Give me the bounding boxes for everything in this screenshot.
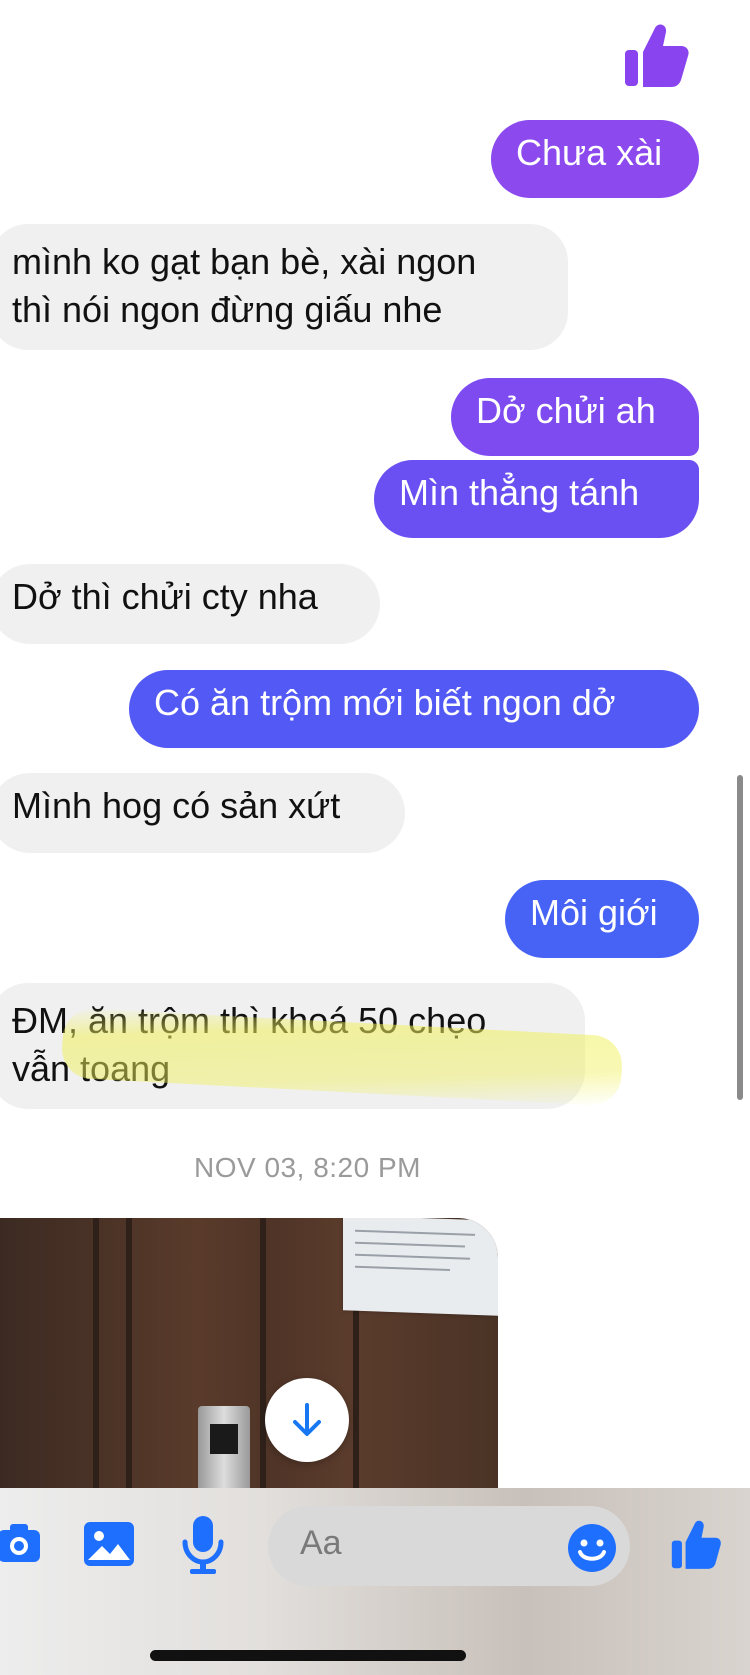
camera-icon[interactable]	[0, 1518, 44, 1568]
door-seam	[260, 1218, 266, 1498]
outgoing-message[interactable]: Dở chửi ah	[451, 378, 699, 456]
message-timestamp: NOV 03, 8:20 PM	[194, 1152, 421, 1183]
input-placeholder: Aa	[300, 1524, 342, 1562]
message-text: ĐM, ăn trộm thì khoá 50 chẹo	[12, 1000, 487, 1041]
message-composer: Aa	[0, 1488, 750, 1675]
photo-attachment[interactable]	[0, 1218, 498, 1498]
door-seam	[126, 1218, 132, 1498]
emoji-icon[interactable]	[566, 1522, 618, 1574]
outgoing-message[interactable]: Mìn thẳng tánh	[374, 460, 699, 538]
message-text: thì nói ngon đừng giấu nhe	[12, 289, 443, 330]
scroll-to-bottom-button[interactable]	[265, 1378, 349, 1462]
incoming-message[interactable]: mình ko gạt bạn bè, xài ngon thì nói ngo…	[0, 224, 568, 350]
message-text: Dở chửi ah	[476, 390, 656, 431]
message-text: Dở thì chửi cty nha	[12, 576, 318, 617]
message-text: Chưa xài	[516, 132, 663, 173]
thumbs-up-icon	[625, 24, 689, 87]
outgoing-message[interactable]: Chưa xài	[491, 120, 699, 198]
arrow-down-icon	[293, 1403, 321, 1436]
outgoing-message[interactable]: Môi giới	[505, 880, 699, 958]
home-indicator[interactable]	[150, 1650, 466, 1661]
outgoing-message[interactable]: Có ăn trộm mới biết ngon dở	[129, 670, 699, 748]
message-text: mình ko gạt bạn bè, xài ngon	[12, 241, 477, 282]
message-text: Có ăn trộm mới biết ngon dở	[154, 682, 616, 723]
message-text: Mìn thẳng tánh	[399, 472, 640, 513]
door-lock	[198, 1406, 250, 1498]
paper-notice	[343, 1218, 498, 1316]
microphone-icon[interactable]	[180, 1514, 226, 1576]
scrollbar[interactable]	[737, 775, 743, 1100]
message-text: vẫn toang	[12, 1048, 171, 1089]
thumbs-up-icon[interactable]	[666, 1516, 724, 1574]
image-icon[interactable]	[82, 1520, 136, 1570]
door-seam	[93, 1218, 99, 1498]
incoming-message[interactable]: Mình hog có sản xứt	[0, 773, 405, 853]
message-text: Mình hog có sản xứt	[12, 785, 341, 826]
incoming-message[interactable]: Dở thì chửi cty nha	[0, 564, 380, 644]
message-text: Môi giới	[530, 892, 658, 933]
incoming-message[interactable]: ĐM, ăn trộm thì khoá 50 chẹo vẫn toang	[0, 983, 585, 1109]
